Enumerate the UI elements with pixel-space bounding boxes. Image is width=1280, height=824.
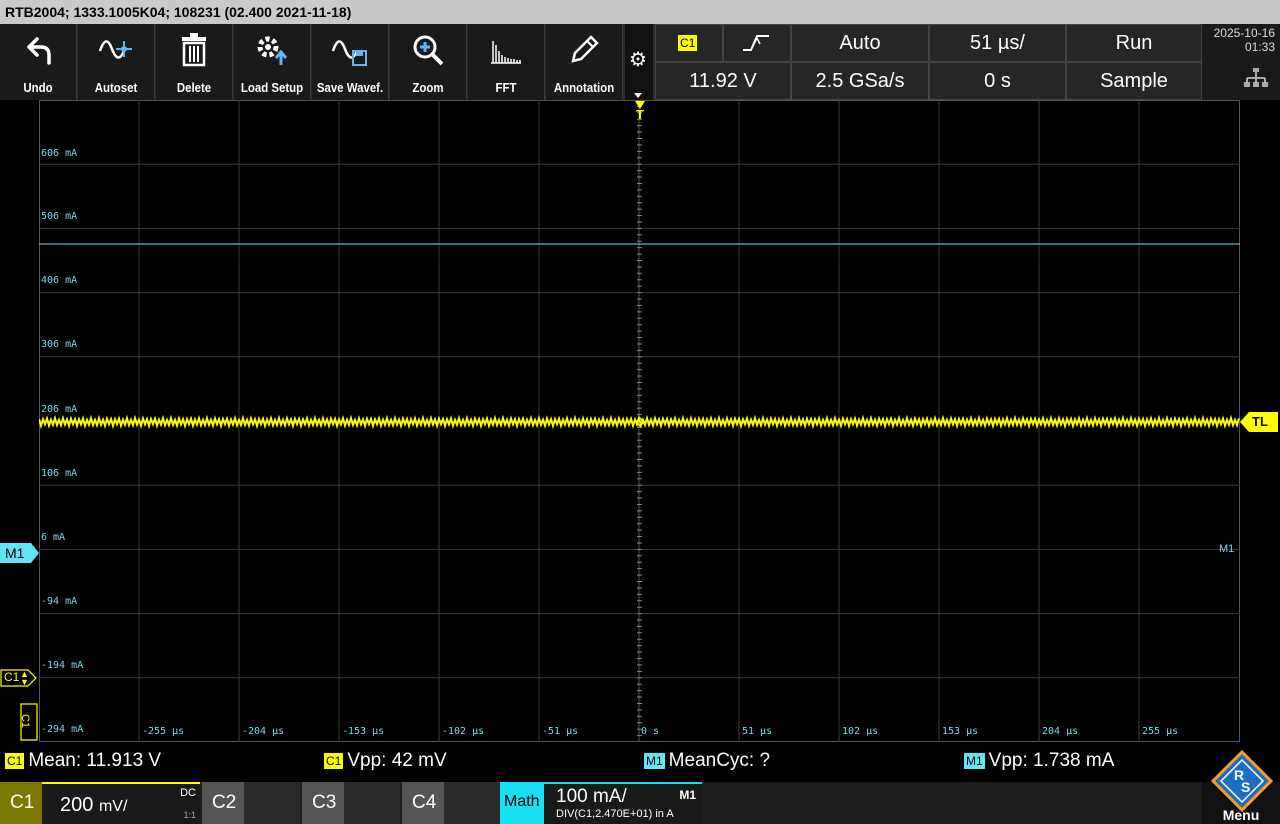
- ch1-button[interactable]: C1: [0, 782, 42, 824]
- trigger-source[interactable]: C1: [655, 24, 723, 62]
- x-axis-label: -255 µs: [142, 726, 185, 737]
- autoset-icon: [78, 30, 154, 70]
- measurement-3[interactable]: M1 MeanCyc: ?: [644, 750, 770, 772]
- trash-icon: [156, 30, 232, 70]
- measurement-4[interactable]: M1 Vpp: 1.738 mA: [964, 750, 1114, 772]
- channel-bar: C1 200 mV/ DC 1:1 C2 C3 C4 Math 100 mA/ …: [0, 750, 1280, 824]
- trigger-position-marker[interactable]: T: [634, 101, 646, 121]
- y-axis-label: -194 mA: [41, 660, 84, 671]
- trigger-level-marker[interactable]: TL: [1240, 411, 1278, 433]
- ch4-button[interactable]: C4: [402, 782, 444, 824]
- status-area: 2025-10-16 01:33: [1202, 24, 1280, 100]
- ch3-settings[interactable]: [344, 782, 400, 824]
- x-axis-label: 204 µs: [1042, 726, 1079, 737]
- horizontal-offset[interactable]: 0 s: [929, 62, 1066, 100]
- ch2-button[interactable]: C2: [202, 782, 244, 824]
- x-axis-label: 255 µs: [1142, 726, 1179, 737]
- pencil-icon: [546, 30, 622, 70]
- math-right-label: M1: [1219, 543, 1235, 555]
- y-axis-label: 6 mA: [41, 532, 66, 543]
- zoom-button[interactable]: Zoom: [390, 24, 467, 100]
- load-setup-icon: [234, 30, 310, 70]
- date: 2025-10-16: [1213, 26, 1275, 40]
- settings-button[interactable]: ⚙: [625, 24, 653, 100]
- rising-edge-icon: [743, 35, 769, 51]
- ch3-button[interactable]: C3: [302, 782, 344, 824]
- updown-icon: ▲ ▼: [20, 669, 29, 687]
- caret-down-icon: [634, 93, 642, 98]
- x-axis-label: -51 µs: [542, 726, 579, 737]
- zoom-icon: [390, 30, 466, 70]
- sample-rate[interactable]: 2.5 GSa/s: [791, 62, 929, 100]
- x-axis-label: 153 µs: [942, 726, 979, 737]
- y-axis-label: 606 mA: [41, 148, 78, 159]
- trigger-mode[interactable]: Auto: [791, 24, 929, 62]
- timebase[interactable]: 51 µs/: [929, 24, 1066, 62]
- ch1-settings[interactable]: 200 mV/ DC 1:1: [42, 782, 200, 824]
- waveform-display[interactable]: [39, 100, 1240, 742]
- trigger-edge[interactable]: [723, 24, 791, 62]
- save-waveform-button[interactable]: Save Wavef.: [312, 24, 389, 100]
- measurement-2[interactable]: C1 Vpp: 42 mV: [324, 750, 447, 772]
- instrument-title: RTB2004; 1333.1005K04; 108231 (02.400 20…: [0, 0, 1280, 24]
- y-axis-label: -94 mA: [41, 596, 78, 607]
- x-axis-label: -153 µs: [342, 726, 385, 737]
- toolbar: Undo Autoset Delete Load Setup Save Wave…: [0, 24, 1280, 100]
- y-axis-label: 506 mA: [41, 211, 78, 222]
- gear-icon: ⚙: [629, 49, 647, 71]
- measurement-1[interactable]: C1 Mean: 11.913 V: [5, 750, 161, 772]
- trigger-level[interactable]: 11.92 V: [655, 62, 791, 100]
- y-axis-label: 106 mA: [41, 468, 78, 479]
- time: 01:33: [1244, 40, 1275, 54]
- autoset-button[interactable]: Autoset: [78, 24, 155, 100]
- run-stop[interactable]: Run: [1066, 24, 1202, 62]
- network-icon: [1244, 68, 1268, 87]
- ch1-offset-marker[interactable]: C1 ▲ ▼: [0, 669, 38, 687]
- fft-icon: [468, 30, 544, 70]
- fft-button[interactable]: FFT: [468, 24, 545, 100]
- undo-icon: [0, 30, 76, 70]
- measurements-bar: C1 Mean: 11.913 V C1 Vpp: 42 mV M1 MeanC…: [0, 742, 1280, 782]
- undo-button[interactable]: Undo: [0, 24, 77, 100]
- ch2-settings[interactable]: [244, 782, 300, 824]
- delete-button[interactable]: Delete: [156, 24, 233, 100]
- x-axis-label: 0 s: [641, 726, 660, 737]
- y-axis-label: 206 mA: [41, 404, 78, 415]
- menu-button[interactable]: R S Menu: [1202, 750, 1280, 824]
- math-settings[interactable]: 100 mA/ M1 DIV(C1,2.470E+01) in A: [544, 782, 702, 824]
- ch4-settings[interactable]: [444, 782, 500, 824]
- x-axis-label: 102 µs: [842, 726, 879, 737]
- y-axis-label: 406 mA: [41, 275, 78, 286]
- annotation-button[interactable]: Annotation: [546, 24, 623, 100]
- math-button[interactable]: Math: [500, 782, 544, 824]
- math-offset-marker[interactable]: M1: [0, 543, 40, 563]
- ch1-side-marker[interactable]: C1: [19, 703, 38, 741]
- y-axis-label: -294 mA: [41, 724, 84, 735]
- x-axis-label: -102 µs: [442, 726, 485, 737]
- acquisition-mode[interactable]: Sample: [1066, 62, 1202, 100]
- x-axis-label: -204 µs: [242, 726, 285, 737]
- y-axis-label: 306 mA: [41, 339, 78, 350]
- x-axis-label: 51 µs: [742, 726, 773, 737]
- load-setup-button[interactable]: Load Setup: [234, 24, 311, 100]
- ch1-scale: 200 mV/: [60, 794, 128, 816]
- svg-text:S: S: [1241, 779, 1250, 795]
- rs-logo-icon: R S: [1211, 750, 1273, 812]
- save-waveform-icon: [312, 30, 388, 70]
